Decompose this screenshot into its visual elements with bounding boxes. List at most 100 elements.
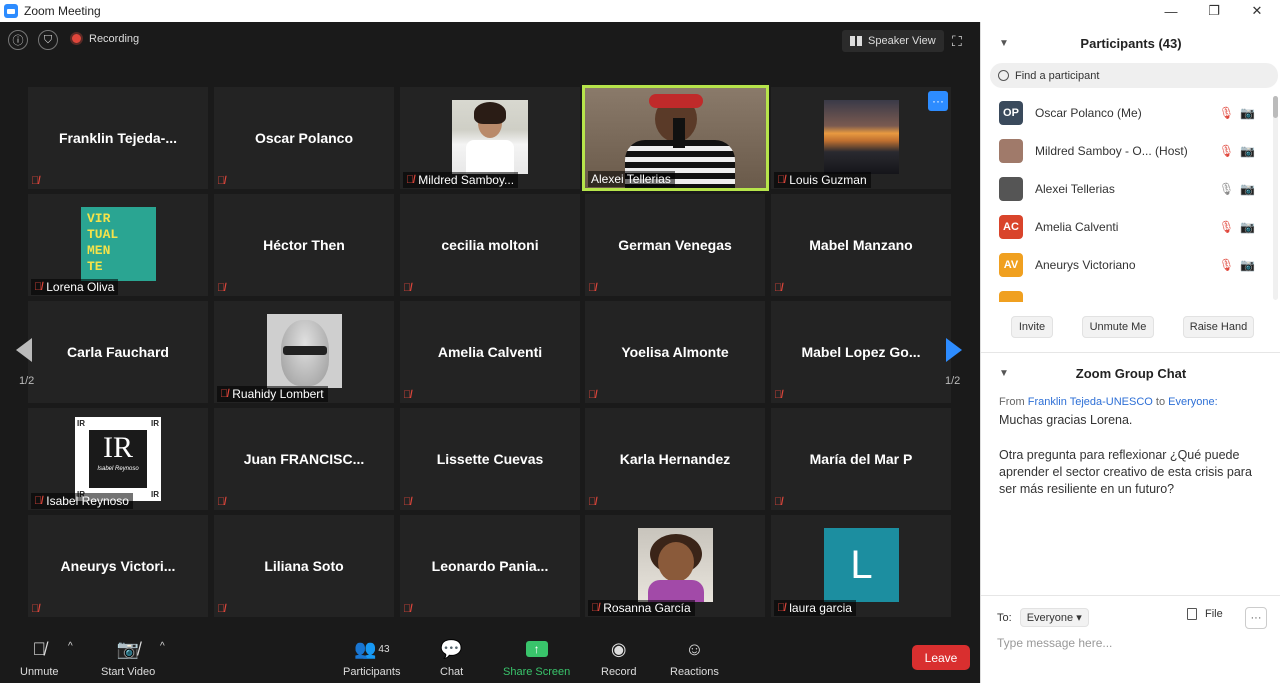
logo-subtitle: Isabel Reynoso: [97, 466, 139, 472]
participant-row[interactable]: AC Amelia Calventi 🎙📷: [981, 208, 1271, 246]
raise-hand-button[interactable]: Raise Hand: [1183, 316, 1254, 338]
participant-tile[interactable]: Oscar Polanco 🎙̸: [214, 87, 394, 189]
start-video-label: Start Video: [101, 666, 156, 678]
recipient-select-value: Everyone: [1026, 612, 1074, 624]
muted-mic-icon: 🎙̸: [217, 603, 226, 615]
chat-panel-title: Zoom Group Chat: [1075, 366, 1187, 381]
fullscreen-icon[interactable]: ⛶: [952, 33, 968, 49]
muted-mic-icon: 🎙̸: [217, 175, 226, 187]
chat-more-button[interactable]: ···: [1245, 607, 1267, 629]
participant-tile[interactable]: Yoelisa Almonte 🎙̸: [585, 301, 765, 403]
participant-tile[interactable]: Mabel Lopez Go... 🎙̸: [771, 301, 951, 403]
participant-tile[interactable]: VIR TUAL MEN TE 🎙̸ Lorena Oliva: [28, 194, 208, 296]
more-options-icon[interactable]: ···: [928, 91, 948, 111]
unmute-me-button[interactable]: Unmute Me: [1082, 316, 1154, 338]
participant-name: Liliana Soto: [264, 558, 344, 574]
reactions-label: Reactions: [670, 666, 719, 678]
reactions-button[interactable]: ☺ Reactions: [670, 636, 719, 683]
unmute-button[interactable]: 🎙̸ Unmute: [20, 636, 59, 683]
muted-mic-icon: 🎙̸: [588, 496, 597, 508]
participant-label: 🎙̸ Mildred Samboy...: [403, 172, 519, 188]
participant-name: Mildred Samboy...: [418, 173, 515, 187]
participant-row[interactable]: [981, 284, 1271, 302]
restore-button[interactable]: ❐: [1193, 0, 1235, 22]
file-button[interactable]: File: [1187, 608, 1223, 620]
participant-tile[interactable]: Karla Hernandez 🎙̸: [585, 408, 765, 510]
participant-tile[interactable]: Amelia Calventi 🎙̸: [400, 301, 580, 403]
participant-tile[interactable]: Héctor Then 🎙̸: [214, 194, 394, 296]
window-title: Zoom Meeting: [24, 4, 101, 18]
participant-name: Oscar Polanco: [254, 130, 354, 146]
chat-message-input[interactable]: Type message here...: [997, 636, 1112, 650]
participant-name: laura garcia: [789, 601, 852, 615]
chat-sender-link[interactable]: Franklin Tejeda-UNESCO: [1028, 396, 1153, 408]
audio-options-caret-icon[interactable]: ^: [68, 641, 73, 652]
meeting-info-icon[interactable]: ⓘ: [8, 30, 28, 50]
participant-row-name: Alexei Tellerias: [1035, 182, 1115, 196]
share-screen-icon: ↑: [525, 636, 548, 662]
participant-tile[interactable]: Liliana Soto 🎙̸: [214, 515, 394, 617]
logo-line: TE: [87, 259, 103, 274]
to-word: to: [1155, 396, 1166, 408]
participant-tile[interactable]: Leonardo Pania... 🎙̸: [400, 515, 580, 617]
participant-label: 🎙̸ Louis Guzman: [774, 172, 871, 188]
previous-page-arrow-icon[interactable]: [16, 338, 32, 362]
participant-tile[interactable]: Carla Fauchard: [28, 301, 208, 403]
participant-list-scrollbar[interactable]: [1273, 96, 1278, 300]
participant-tile[interactable]: German Venegas 🎙̸: [585, 194, 765, 296]
participant-tile[interactable]: IR IR IR IR IR Isabel Reynoso 🎙̸ Isabel …: [28, 408, 208, 510]
participant-tile[interactable]: cecilia moltoni 🎙̸: [400, 194, 580, 296]
participant-tile[interactable]: 🎙̸ Mildred Samboy...: [400, 87, 580, 189]
chat-recipient-row: To: Everyone ▾: [997, 608, 1089, 627]
close-button[interactable]: ✕: [1236, 0, 1278, 22]
participant-row[interactable]: Alexei Tellerias 🎙📷: [981, 170, 1271, 208]
invite-button[interactable]: Invite: [1011, 316, 1053, 338]
muted-status-icons: 🎙📷: [1218, 220, 1261, 234]
chat-message: Otra pregunta para reflexionar ¿Qué pued…: [999, 448, 1252, 496]
muted-mic-icon: 🎙̸: [403, 282, 412, 294]
minimize-button[interactable]: —: [1150, 0, 1192, 22]
start-video-button[interactable]: 📷̸ Start Video: [101, 636, 155, 683]
recipient-select[interactable]: Everyone ▾: [1019, 608, 1089, 627]
participant-tile[interactable]: 🎙̸ Rosanna García: [585, 515, 765, 617]
participant-tile[interactable]: Lissette Cuevas 🎙̸: [400, 408, 580, 510]
unmuted-status-icons: 🎙📷: [1218, 182, 1261, 196]
participant-tile[interactable]: Aneurys Victori... 🎙̸: [28, 515, 208, 617]
participant-row[interactable]: AV Aneurys Victoriano 🎙📷: [981, 246, 1271, 284]
participant-tile[interactable]: María del Mar P 🎙̸: [771, 408, 951, 510]
participants-count: 43: [378, 643, 390, 655]
participant-search-input[interactable]: Find a participant: [990, 63, 1278, 88]
logo-corner-text: IR: [151, 419, 159, 428]
chat-recipient-link[interactable]: Everyone:: [1168, 396, 1218, 408]
share-screen-label: Share Screen: [503, 666, 571, 678]
recording-indicator: Recording: [70, 32, 139, 45]
leave-button[interactable]: Leave: [912, 645, 970, 670]
share-screen-button[interactable]: ↑ Share Screen: [503, 636, 570, 683]
participant-name: Rosanna García: [603, 601, 691, 615]
file-icon: [1187, 608, 1197, 620]
video-gallery: ⓘ ⛉ Recording Speaker View ⛶ Franklin Te…: [0, 22, 980, 683]
participant-tile-active-speaker[interactable]: Alexei Tellerias: [582, 85, 769, 191]
avatar: [999, 177, 1023, 201]
file-label: File: [1205, 608, 1223, 620]
participant-tile[interactable]: Juan FRANCISC... 🎙̸: [214, 408, 394, 510]
page-indicator-right: 1/2: [945, 375, 961, 387]
participant-name: Juan FRANCISC...: [243, 451, 365, 467]
record-button[interactable]: ◉ Record: [601, 636, 636, 683]
video-options-caret-icon[interactable]: ^: [160, 641, 165, 652]
speaker-view-button[interactable]: Speaker View: [842, 30, 944, 52]
participant-tile[interactable]: 🎙̸ Ruahidy Lombert: [214, 301, 394, 403]
participant-list: OP Oscar Polanco (Me) 🎙📷 Mildred Samboy …: [981, 94, 1271, 302]
participant-row[interactable]: OP Oscar Polanco (Me) 🎙📷: [981, 94, 1271, 132]
participant-tile[interactable]: 🎙̸ Louis Guzman: [771, 87, 951, 189]
participant-tile[interactable]: L 🎙̸ laura garcia: [771, 515, 951, 617]
participant-tile[interactable]: Franklin Tejeda-... 🎙̸: [28, 87, 208, 189]
participants-button[interactable]: 👥 43 Participants: [343, 636, 400, 683]
chat-button[interactable]: 💬 Chat: [440, 636, 463, 683]
participant-tile[interactable]: Mabel Manzano 🎙̸: [771, 194, 951, 296]
participant-name: María del Mar P: [809, 451, 913, 467]
next-page-arrow-icon[interactable]: [946, 338, 962, 362]
security-shield-icon[interactable]: ⛉: [38, 30, 58, 50]
recording-label: Recording: [89, 32, 140, 45]
participant-row[interactable]: Mildred Samboy - O... (Host) 🎙📷: [981, 132, 1271, 170]
